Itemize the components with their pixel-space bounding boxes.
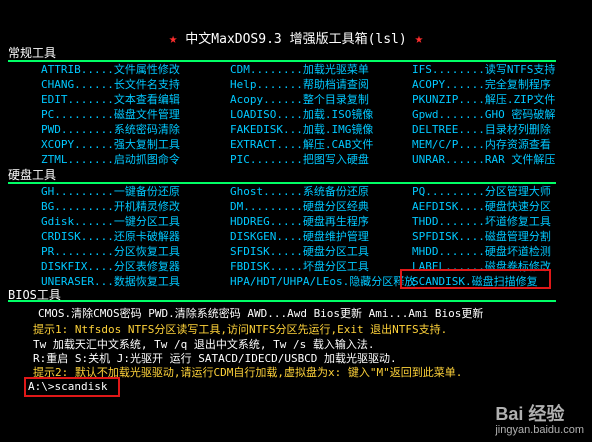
- tool-entry: PC.........磁盘文件管理: [41, 108, 180, 121]
- tool-row: EDIT.......文本查看编辑 Acopy......整个目录复制 PKUNZI…: [8, 92, 578, 107]
- section-header-disk: 硬盘工具: [8, 168, 57, 182]
- tool-entry: EXTRACT....解压.CAB文件: [230, 138, 374, 151]
- divider: [8, 300, 556, 302]
- tool-row: PWD........系统密码清除 FAKEDISK...加载.IMG镜像 DELT…: [8, 122, 578, 137]
- tool-entry: PKUNZIP....解压.ZIP文件: [412, 93, 556, 106]
- tool-row: XCOPY......强大复制工具 EXTRACT....解压.CAB文件 MEM/…: [8, 137, 578, 152]
- tool-row: CRDISK.....还原卡破解器 DISKGEN....硬盘维护管理 SPFDIS…: [8, 229, 578, 244]
- tool-row: GH.........一键备份还原 Ghost......系统备份还原 PQ....…: [8, 184, 578, 199]
- tool-entry: FAKEDISK...加载.IMG镜像: [230, 123, 374, 136]
- tool-row: PR.........分区恢复工具 SFDISK.....硬盘分区工具 MHDD..…: [8, 244, 578, 259]
- tool-entry: CRDISK.....还原卡破解器: [41, 230, 180, 243]
- tool-entry: Acopy......整个目录复制: [230, 93, 369, 106]
- tool-entry: UNRAR......RAR 文件解压: [412, 153, 556, 166]
- tool-entry: ZTML.......启动抓图命令: [41, 153, 180, 166]
- tool-entry: Gdisk......一键分区工具: [41, 215, 180, 228]
- tool-entry: MEM/C/P....内存资源查看: [412, 138, 551, 151]
- tool-entry: LOADISO....加载.ISO镜像: [230, 108, 374, 121]
- tool-entry: EDIT.......文本查看编辑: [41, 93, 180, 106]
- bios-tools-line: CMOS.清除CMOS密码 PWD.清除系统密码 AWD...Awd Bios更…: [38, 307, 484, 320]
- tool-entry: SFDISK.....硬盘分区工具: [230, 245, 369, 258]
- tool-entry: HPA/HDT/UHPA/LEos.隐藏分区释放: [230, 275, 416, 288]
- tool-entry: DELTREE....目录材列删除: [412, 123, 551, 136]
- tool-row: PC.........磁盘文件管理 LOADISO....加载.ISO镜像 Gpwd…: [8, 107, 578, 122]
- tool-entry: PIC........把图写入硬盘: [230, 153, 369, 166]
- tool-entry: DISKFIX....分区表修复器: [41, 260, 180, 273]
- tool-entry: HDDREG.....硬盘再生程序: [230, 215, 369, 228]
- tool-entry: CDM........加载光驱菜单: [230, 63, 369, 76]
- scandisk-highlight: [400, 269, 551, 289]
- tool-entry: IFS........读写NTFS支持: [412, 63, 556, 76]
- tool-entry: Ghost......系统备份还原: [230, 185, 369, 198]
- tool-entry: CHANG......长文件名支持: [41, 78, 180, 91]
- tool-entry: PWD........系统密码清除: [41, 123, 180, 136]
- watermark: Bai 经验 jingyan.baidu.com: [495, 404, 584, 436]
- tool-entry: XCOPY......强大复制工具: [41, 138, 180, 151]
- tool-entry: GH.........一键备份还原: [41, 185, 180, 198]
- tool-entry: PQ.........分区管理大师: [412, 185, 551, 198]
- tool-entry: FBDISK.....坏盘分区工具: [230, 260, 369, 273]
- tool-entry: THDD.......坏道修复工具: [412, 215, 551, 228]
- star-icon: ★: [168, 31, 178, 47]
- tool-entry: Help.......帮助档请查阅: [230, 78, 369, 91]
- tool-entry: MHDD.......硬盘坏道检测: [412, 245, 551, 258]
- tool-row: CHANG......长文件名支持 Help.......帮助档请查阅 ACOPY.…: [8, 77, 578, 92]
- tool-entry: DISKGEN....硬盘维护管理: [230, 230, 369, 243]
- tool-entry: DM.........硬盘分区经典: [230, 200, 369, 213]
- page-title: ★ 中文MaxDOS9.3 增强版工具箱(lsl) ★: [168, 31, 424, 47]
- tool-entry: SPFDISK....磁盘管理分割: [412, 230, 551, 243]
- tool-entry: ATTRIB.....文件属性修改: [41, 63, 180, 76]
- tool-entry: Gpwd.......GHO 密码破解: [412, 108, 556, 121]
- section-header-general: 常规工具: [8, 46, 57, 60]
- star-icon: ★: [414, 31, 424, 47]
- tool-row: Gdisk......一键分区工具 HDDREG.....硬盘再生程序 THDD..…: [8, 214, 578, 229]
- tool-entry: AEFDISK....硬盘快速分区: [412, 200, 551, 213]
- general-tools-list: ATTRIB.....文件属性修改 CDM........加载光驱菜单 IFS...…: [8, 62, 578, 167]
- tool-row: ATTRIB.....文件属性修改 CDM........加载光驱菜单 IFS...…: [8, 62, 578, 77]
- dos-screen: ★ 中文MaxDOS9.3 增强版工具箱(lsl) ★ 常规工具 ATTRIB...…: [0, 0, 592, 442]
- tool-entry: UNERASER...数据恢复工具: [41, 275, 180, 288]
- tool-entry: ACOPY......完全复制程序: [412, 78, 551, 91]
- tool-row: BG.........开机精灵修改 DM.........硬盘分区经典 AEFDIS…: [8, 199, 578, 214]
- tool-entry: BG.........开机精灵修改: [41, 200, 180, 213]
- prompt-highlight: [24, 377, 120, 397]
- tip-line-1: 提示1: Ntfsdos NTFS分区读写工具,访问NTFS分区先运行,Exit…: [33, 323, 448, 336]
- tool-entry: PR.........分区恢复工具: [41, 245, 180, 258]
- tool-row: ZTML.......启动抓图命令 PIC........把图写入硬盘 UNRAR.…: [8, 152, 578, 167]
